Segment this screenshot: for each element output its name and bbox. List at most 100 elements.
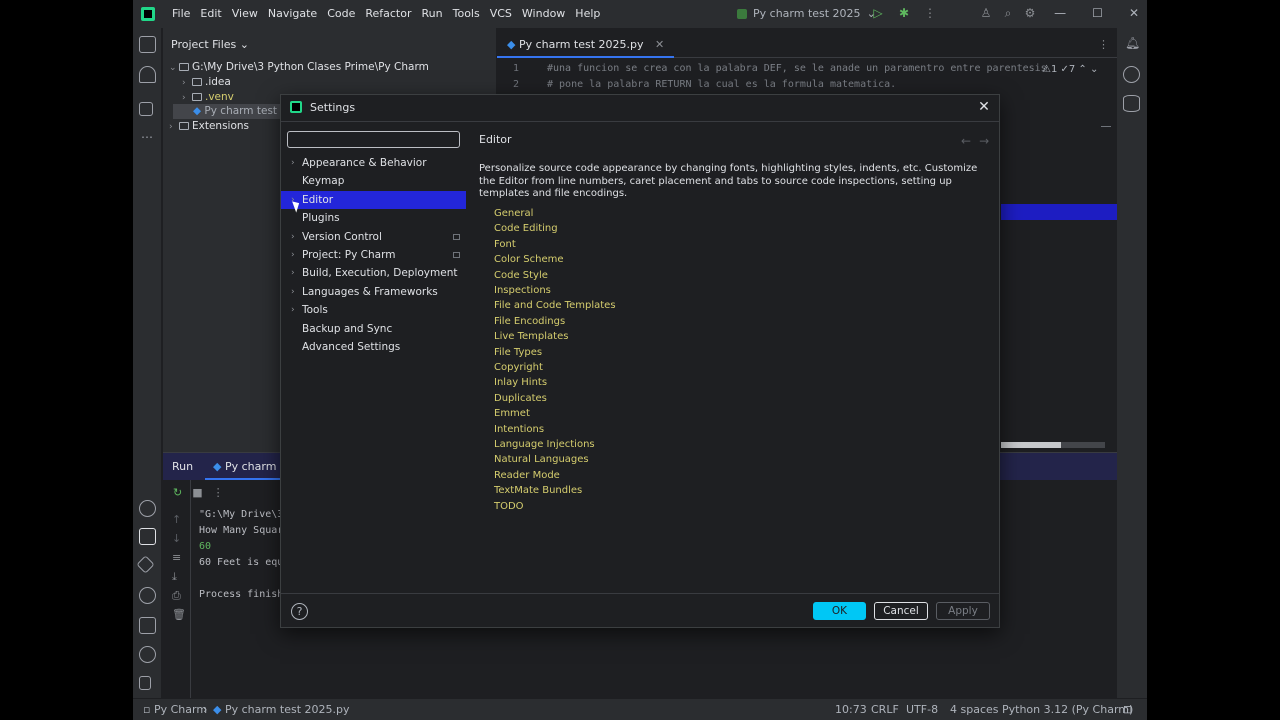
menu-code[interactable]: Code bbox=[322, 0, 360, 28]
settings-nav-item[interactable]: Keymap bbox=[281, 172, 466, 190]
apply-button[interactable]: Apply bbox=[936, 602, 990, 620]
settings-link[interactable]: TextMate Bundles bbox=[494, 485, 582, 496]
settings-link[interactable]: Inspections bbox=[494, 285, 551, 296]
python-packages-icon[interactable] bbox=[139, 500, 156, 517]
settings-link[interactable]: TODO bbox=[494, 501, 524, 512]
settings-nav-item[interactable]: › Appearance & Behavior bbox=[281, 154, 466, 172]
settings-search-input[interactable] bbox=[287, 131, 460, 148]
menu-refactor[interactable]: Refactor bbox=[360, 0, 416, 28]
settings-link[interactable]: Language Injections bbox=[494, 439, 595, 450]
menu-run[interactable]: Run bbox=[417, 0, 448, 28]
settings-nav-item[interactable]: › Editor bbox=[281, 190, 466, 209]
menu-view[interactable]: View bbox=[227, 0, 263, 28]
help-button[interactable]: ? bbox=[291, 603, 308, 620]
print-icon[interactable]: ⎙ bbox=[172, 589, 181, 603]
status-project[interactable]: ▫ Py Charm bbox=[143, 703, 207, 716]
project-tool-icon[interactable] bbox=[139, 36, 156, 53]
settings-nav-item[interactable]: Plugins bbox=[281, 209, 466, 227]
structure-icon[interactable] bbox=[139, 102, 153, 116]
settings-link[interactable]: Copyright bbox=[494, 362, 543, 373]
services-icon[interactable] bbox=[139, 587, 156, 604]
menu-file[interactable]: File bbox=[167, 0, 195, 28]
settings-link[interactable]: Live Templates bbox=[494, 331, 568, 342]
settings-link[interactable]: Intentions bbox=[494, 424, 544, 435]
stop-icon[interactable]: ■ bbox=[192, 486, 202, 499]
terminal-icon[interactable] bbox=[139, 617, 156, 634]
tree-item-venv[interactable]: › .venv bbox=[182, 90, 234, 105]
scroll-to-end-icon[interactable]: ⤓ bbox=[172, 570, 177, 584]
menu-help[interactable]: Help bbox=[570, 0, 605, 28]
tab-options-icon[interactable]: ⋮ bbox=[1098, 38, 1109, 51]
problems-icon[interactable] bbox=[139, 646, 156, 663]
project-panel-title[interactable]: Project Files ⌄ bbox=[171, 38, 249, 51]
settings-nav-item[interactable]: Backup and Sync bbox=[281, 320, 466, 338]
debug-icon[interactable]: ✱ bbox=[897, 6, 911, 20]
menu-edit[interactable]: Edit bbox=[195, 0, 226, 28]
ok-button[interactable]: OK bbox=[813, 602, 866, 620]
menu-navigate[interactable]: Navigate bbox=[263, 0, 322, 28]
arrow-up-icon[interactable]: ↑ bbox=[172, 513, 181, 526]
settings-link[interactable]: General bbox=[494, 208, 533, 219]
layers-icon[interactable] bbox=[136, 555, 155, 574]
settings-nav-item[interactable]: Advanced Settings bbox=[281, 338, 466, 356]
learn-icon[interactable] bbox=[139, 66, 156, 83]
settings-link[interactable]: File Types bbox=[494, 347, 542, 358]
settings-link[interactable]: File and Code Templates bbox=[494, 300, 616, 311]
app-logo-icon[interactable] bbox=[141, 7, 155, 21]
settings-link[interactable]: Font bbox=[494, 239, 516, 250]
python-interpreter[interactable]: Python 3.12 (Py Charm) bbox=[1002, 703, 1133, 716]
settings-link[interactable]: Code Style bbox=[494, 270, 548, 281]
trash-icon[interactable]: 🗑︎ bbox=[172, 608, 186, 621]
more-icon[interactable]: ⋮ bbox=[923, 6, 937, 20]
back-arrow-icon[interactable]: ← bbox=[961, 134, 979, 148]
close-window-icon[interactable]: ✕ bbox=[1129, 6, 1139, 20]
settings-nav-item[interactable]: › Tools bbox=[281, 301, 466, 319]
settings-link[interactable]: Color Scheme bbox=[494, 254, 564, 265]
horizontal-scrollbar[interactable] bbox=[1001, 442, 1105, 448]
tree-item-idea[interactable]: › .idea bbox=[182, 75, 231, 90]
line-separator[interactable]: CRLF bbox=[871, 703, 899, 716]
run-config-selector[interactable]: Py charm test 2025 ⌄ bbox=[737, 7, 876, 20]
settings-link[interactable]: Duplicates bbox=[494, 393, 547, 404]
settings-nav-item[interactable]: › Languages & Frameworks bbox=[281, 283, 466, 301]
run-icon[interactable]: ▷ bbox=[871, 6, 885, 20]
menu-vcs[interactable]: VCS bbox=[485, 0, 517, 28]
tree-item-file[interactable]: ◆ Py charm test 2 bbox=[173, 104, 288, 119]
settings-nav-item[interactable]: › Build, Execution, Deployment bbox=[281, 264, 466, 282]
soft-wrap-icon[interactable]: ≡ bbox=[172, 551, 181, 564]
search-icon[interactable]: ⌕ bbox=[1001, 6, 1015, 20]
user-icon[interactable]: ♙ bbox=[979, 6, 993, 20]
file-encoding[interactable]: UTF-8 bbox=[906, 703, 938, 716]
settings-link[interactable]: Reader Mode bbox=[494, 470, 560, 481]
menu-window[interactable]: Window bbox=[517, 0, 570, 28]
inspection-widget[interactable]: ⚠1 ✓7 ⌃ ⌄ bbox=[1042, 64, 1098, 75]
close-tab-icon[interactable]: ✕ bbox=[655, 38, 664, 51]
status-file[interactable]: ◆ Py charm test 2025.py bbox=[213, 703, 350, 716]
forward-arrow-icon[interactable]: → bbox=[979, 134, 997, 148]
database-icon[interactable] bbox=[1123, 95, 1140, 112]
settings-link[interactable]: Code Editing bbox=[494, 223, 558, 234]
settings-nav-item[interactable]: › Version Control bbox=[281, 228, 466, 246]
close-icon[interactable]: ✕ bbox=[975, 98, 993, 116]
settings-link[interactable]: File Encodings bbox=[494, 316, 565, 327]
notifications-icon[interactable]: 🔔︎ bbox=[1125, 36, 1140, 50]
tree-item-extensions[interactable]: › Extensions bbox=[169, 119, 249, 134]
gear-icon[interactable]: ⚙ bbox=[1023, 6, 1037, 20]
maximize-icon[interactable]: ☐ bbox=[1092, 6, 1103, 20]
settings-link[interactable]: Emmet bbox=[494, 408, 530, 419]
scrollbar-thumb[interactable] bbox=[1001, 442, 1061, 448]
minimize-icon[interactable]: — bbox=[1054, 6, 1066, 20]
lock-icon[interactable]: ⊡ bbox=[1123, 703, 1132, 716]
tree-item-root[interactable]: ⌄ G:\My Drive\3 Python Clases Prime\Py Ch… bbox=[169, 60, 429, 75]
arrow-down-icon[interactable]: ↓ bbox=[172, 532, 181, 545]
indent-setting[interactable]: 4 spaces bbox=[950, 703, 999, 716]
cancel-button[interactable]: Cancel bbox=[874, 602, 928, 620]
settings-link[interactable]: Natural Languages bbox=[494, 454, 589, 465]
settings-link[interactable]: Inlay Hints bbox=[494, 377, 547, 388]
editor-tab-active[interactable]: ◆ Py charm test 2025.py ✕ bbox=[497, 32, 675, 58]
menu-tools[interactable]: Tools bbox=[448, 0, 485, 28]
settings-nav-item[interactable]: › Project: Py Charm bbox=[281, 246, 466, 264]
ai-assistant-icon[interactable] bbox=[1123, 66, 1140, 83]
more-icon[interactable]: ⋮ bbox=[213, 486, 224, 499]
git-icon[interactable] bbox=[139, 676, 151, 690]
